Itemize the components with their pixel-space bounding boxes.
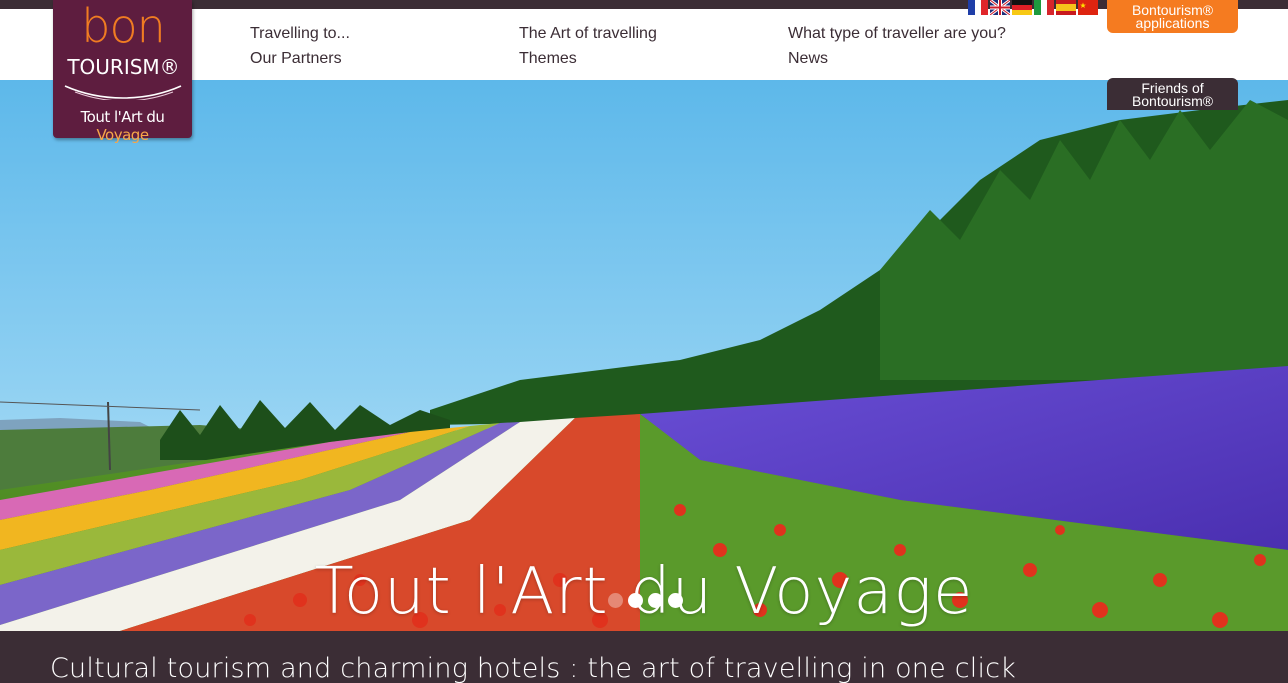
flag-es-icon[interactable] xyxy=(1056,0,1076,15)
site-logo[interactable]: bon TOURISM® Tout l'Art du Voyage xyxy=(53,0,192,144)
friends-button-line2: Bontourism® xyxy=(1131,93,1214,109)
nav-our-partners[interactable]: Our Partners xyxy=(250,49,342,69)
nav-news[interactable]: News xyxy=(788,49,828,69)
slide-dot-4[interactable] xyxy=(668,593,683,608)
logo-swoosh-icon xyxy=(64,85,182,100)
nav-travelling-to[interactable]: Travelling to... xyxy=(250,24,350,44)
nav-traveller-type[interactable]: What type of traveller are you? xyxy=(788,24,1006,44)
slide-dot-3[interactable] xyxy=(648,593,663,608)
flag-fr-icon[interactable] xyxy=(968,0,988,15)
nav-art-of-travelling[interactable]: The Art of travelling xyxy=(519,24,657,44)
flag-de-icon[interactable] xyxy=(1012,0,1032,15)
hero-landscape-image xyxy=(0,80,1288,631)
logo-bon-text: bon xyxy=(81,0,166,53)
flag-cn-icon[interactable] xyxy=(1078,0,1098,15)
friends-button[interactable]: Friends of Bontourism® xyxy=(1107,78,1238,110)
tagline-band: Cultural tourism and charming hotels : t… xyxy=(0,631,1288,683)
nav-themes[interactable]: Themes xyxy=(519,49,577,69)
logo-tagline: Tout l'Art du Voyage xyxy=(57,108,188,144)
slide-dot-1[interactable] xyxy=(608,593,623,608)
slide-dot-2[interactable] xyxy=(628,593,643,608)
slideshow-dots xyxy=(608,593,683,608)
logo-tourism-text: TOURISM® xyxy=(67,55,180,79)
flag-uk-icon[interactable] xyxy=(990,0,1010,15)
logo-tagline-voyage: Voyage xyxy=(96,126,149,144)
navigation-bar xyxy=(0,9,1288,80)
flag-it-icon[interactable] xyxy=(1034,0,1054,15)
applications-button[interactable]: Bontourism® applications xyxy=(1107,0,1238,33)
page-tagline: Cultural tourism and charming hotels : t… xyxy=(50,653,1017,683)
language-switcher xyxy=(968,0,1098,16)
logo-tagline-main: Tout l'Art du xyxy=(80,108,165,126)
hero-slideshow: Tout l'Art du Voyage xyxy=(0,80,1288,631)
hero-title: Tout l'Art du Voyage xyxy=(314,555,974,629)
applications-button-line2: applications xyxy=(1135,15,1210,31)
